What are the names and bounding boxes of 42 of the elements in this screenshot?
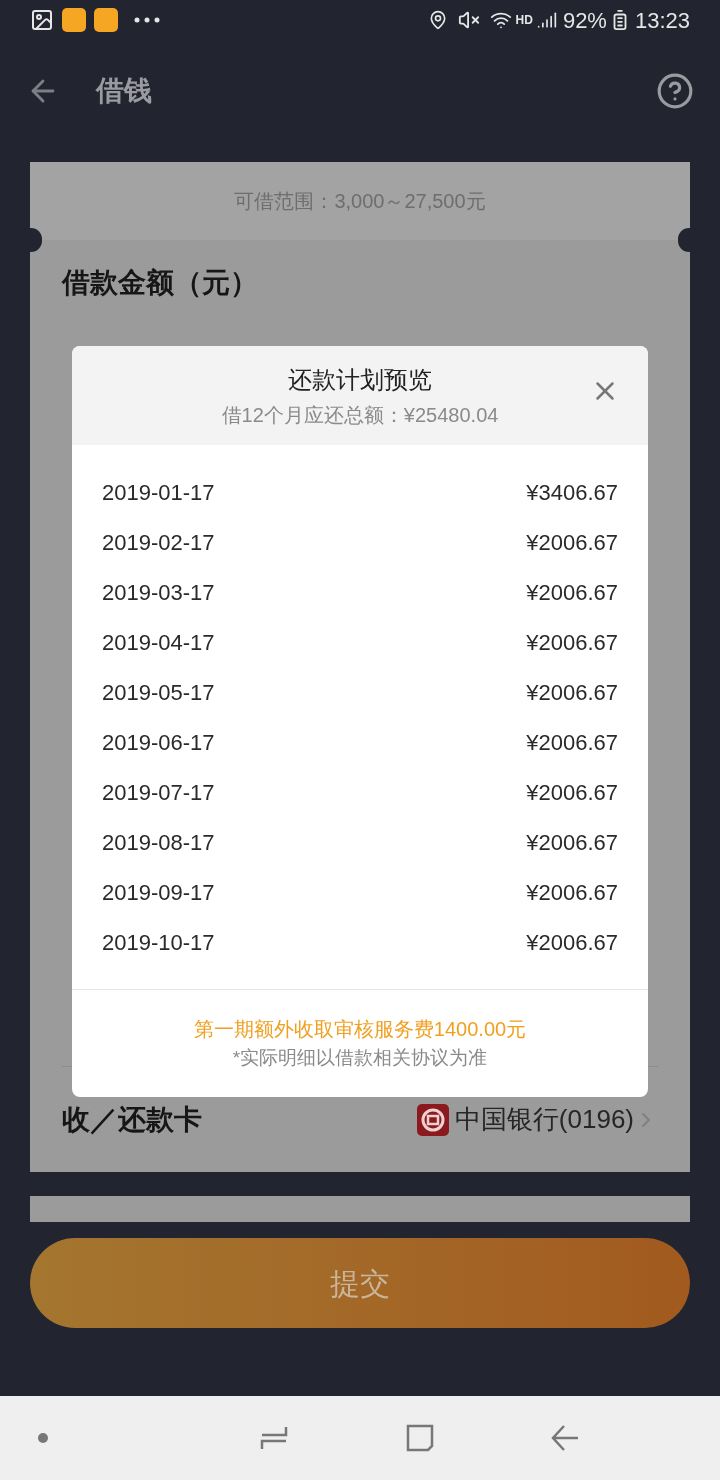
fee-notice: 第一期额外收取审核服务费1400.00元 [193, 1017, 527, 1043]
repayment-date: 2019-07-17 [102, 778, 215, 807]
repayment-date: 2019-06-17 [102, 728, 215, 757]
card-label: 收／还款卡 [62, 1102, 202, 1137]
home-button[interactable] [404, 1423, 435, 1453]
repayment-amount: ¥3406.67 [526, 478, 618, 507]
repayment-amount: ¥2006.67 [526, 728, 618, 757]
network-label: HD [515, 12, 533, 29]
repayment-amount: ¥2006.67 [526, 928, 618, 957]
repayment-date: 2019-08-17 [102, 828, 215, 857]
gallery-icon [30, 8, 54, 32]
repayment-amount: ¥2006.67 [526, 578, 618, 607]
repayment-date: 2019-02-17 [102, 528, 215, 557]
repayment-date: 2019-10-17 [102, 928, 215, 957]
repayment-date: 2019-05-17 [102, 678, 215, 707]
app-icon [62, 8, 86, 32]
help-button[interactable] [656, 72, 694, 110]
repayment-date: 2019-04-17 [102, 628, 215, 657]
repayment-amount: ¥2006.67 [526, 628, 618, 657]
mute-icon [457, 9, 480, 31]
repayment-amount: ¥2006.67 [526, 678, 618, 707]
repayment-amount: ¥2006.67 [526, 528, 618, 557]
repayment-date: 2019-03-17 [102, 578, 215, 607]
signal-icon [536, 10, 557, 30]
disclaimer-text: *实际明细以借款相关协议为准 [232, 1046, 488, 1071]
repayment-amount: ¥2006.67 [526, 878, 618, 907]
repayment-amount: ¥2006.67 [526, 778, 618, 807]
help-icon [656, 72, 694, 110]
bank-name: 中国银行(0196) [454, 1103, 634, 1136]
page-title: 借钱 [96, 74, 152, 108]
clock: 13:23 [634, 6, 690, 35]
back-nav-button[interactable] [550, 1423, 580, 1453]
dialog-subtitle: 借12个月应还总额：¥25480.04 [221, 402, 499, 428]
app-icon [94, 8, 118, 32]
amount-label: 借款金额（元） [62, 266, 259, 300]
repayment-amount: ¥2006.67 [526, 828, 618, 857]
battery-percent: 92% [562, 6, 607, 35]
more-icon [134, 17, 160, 23]
dialog-title: 还款计划预览 [288, 364, 432, 395]
repayment-date: 2019-01-17 [102, 478, 215, 507]
repayment-date: 2019-09-17 [102, 878, 215, 907]
bank-logo-icon [416, 1103, 449, 1136]
